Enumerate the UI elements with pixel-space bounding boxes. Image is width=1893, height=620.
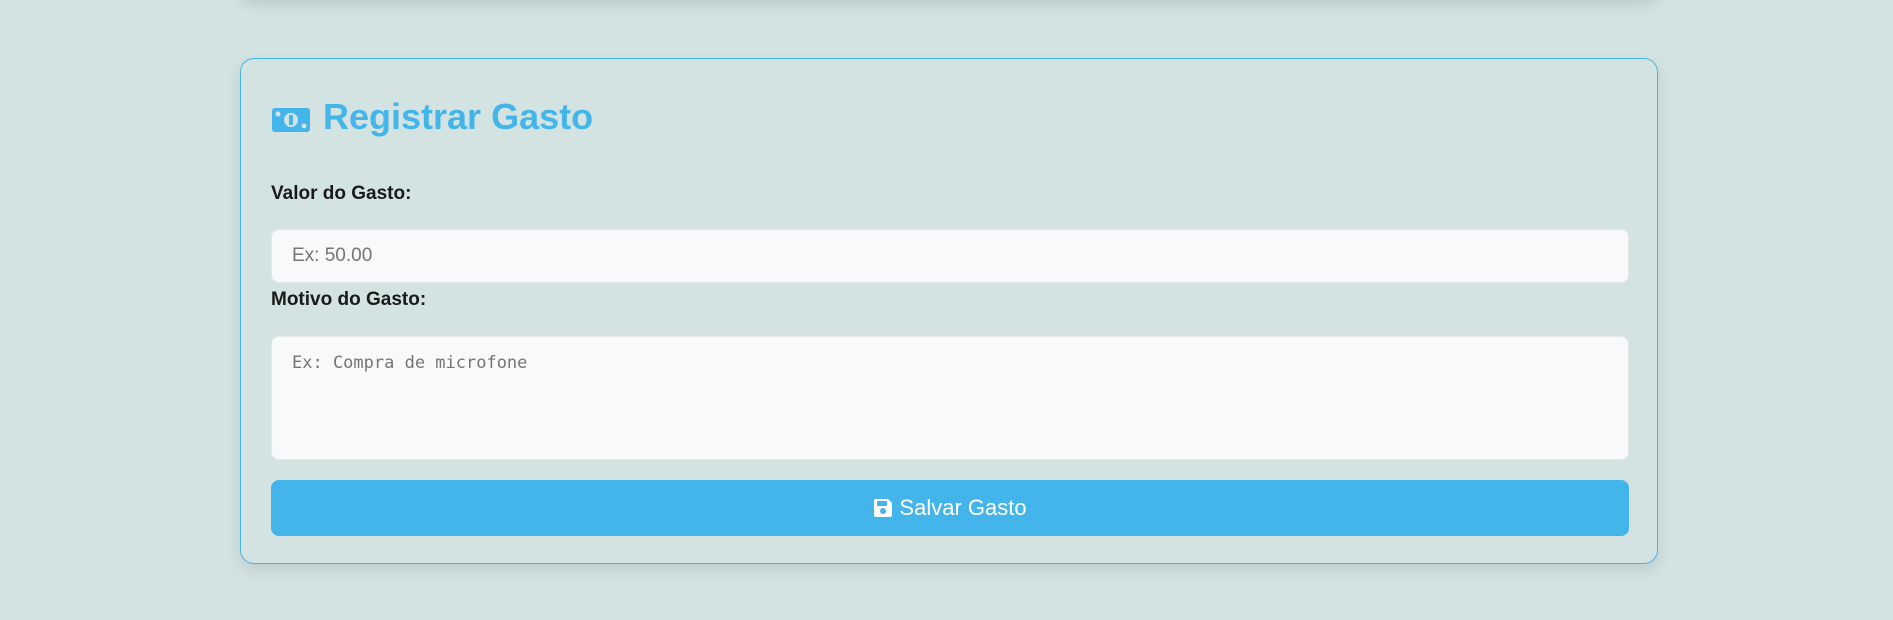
valor-label: Valor do Gasto: — [271, 183, 412, 204]
form-title: Registrar Gasto — [271, 96, 594, 137]
motivo-label: Motivo do Gasto: — [271, 289, 427, 310]
money-bill-icon — [271, 102, 311, 132]
motivo-textarea[interactable]: Ex: Compra de microfone — [271, 336, 1629, 460]
valor-input[interactable]: Ex: 50.00 — [271, 229, 1629, 283]
form-title-text: Registrar Gasto — [323, 96, 594, 137]
expense-form-card: Registrar Gasto Valor do Gasto: Ex: 50.0… — [240, 58, 1658, 564]
motivo-placeholder: Ex: Compra de microfone — [292, 353, 528, 373]
valor-placeholder: Ex: 50.00 — [292, 245, 373, 266]
save-expense-button[interactable]: Salvar Gasto — [271, 480, 1629, 536]
save-button-label: Salvar Gasto — [899, 495, 1027, 520]
floppy-disk-icon — [873, 498, 893, 518]
